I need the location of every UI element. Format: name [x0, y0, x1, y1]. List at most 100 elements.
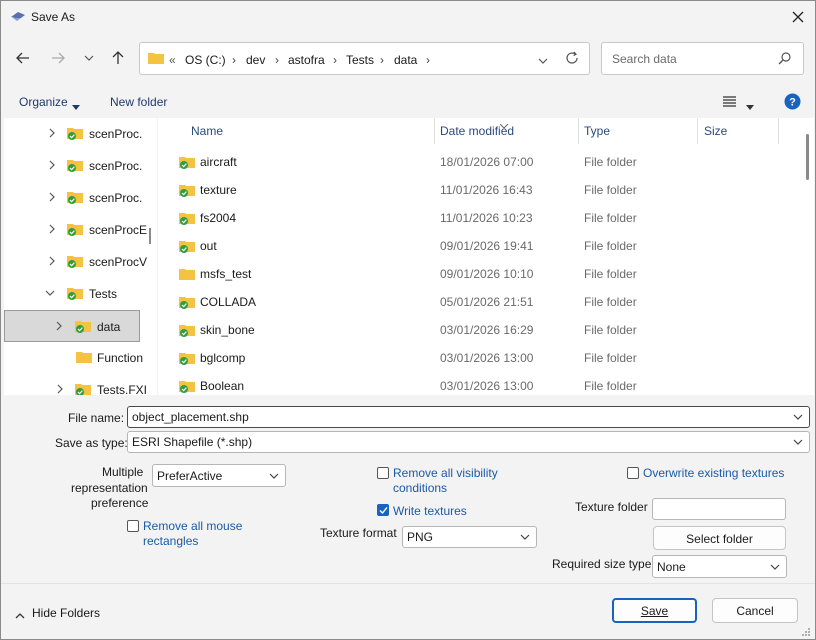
- texture-format-value: PNG: [407, 530, 434, 544]
- help-button[interactable]: ?: [784, 93, 801, 113]
- column-name[interactable]: Name: [191, 124, 223, 138]
- address-bar[interactable]: « OS (C:) › dev › astofra › Tests › data…: [139, 42, 590, 75]
- refresh-icon: [566, 51, 578, 64]
- file-list[interactable]: Name Date modified Type Size aircraft 18…: [158, 118, 814, 395]
- column-date-modified[interactable]: Date modified: [440, 124, 514, 138]
- save-type-dropdown[interactable]: ESRI Shapefile (*.shp): [127, 431, 810, 453]
- breadcrumb-data[interactable]: data: [394, 53, 417, 67]
- remove-mouse-rect-label-line2[interactable]: rectangles: [143, 534, 198, 548]
- texture-format-dropdown[interactable]: PNG: [402, 526, 537, 548]
- file-row[interactable]: texture 11/01/2026 16:43 File folder: [158, 176, 798, 204]
- forward-button[interactable]: [46, 46, 70, 70]
- breadcrumb-drive[interactable]: OS (C:): [185, 53, 226, 67]
- hide-folders-toggle[interactable]: [15, 608, 25, 622]
- tree-item[interactable]: Tests: [4, 278, 157, 310]
- multi-rep-dropdown[interactable]: PreferActive: [152, 464, 286, 487]
- file-name-value: object_placement.shp: [132, 410, 249, 424]
- texture-folder-label: Texture folder: [575, 500, 648, 514]
- file-row[interactable]: skin_bone 03/01/2026 16:29 File folder: [158, 316, 798, 344]
- tree-item-label: scenProcV: [89, 255, 148, 269]
- file-row[interactable]: bglcomp 03/01/2026 13:00 File folder: [158, 344, 798, 372]
- column-size[interactable]: Size: [704, 124, 727, 138]
- tree-item[interactable]: scenProcV: [4, 246, 157, 278]
- hide-folders-label[interactable]: Hide Folders: [32, 606, 100, 620]
- column-divider[interactable]: [778, 118, 779, 144]
- overwrite-textures-label[interactable]: Overwrite existing textures: [643, 466, 784, 480]
- breadcrumb-overflow[interactable]: «: [169, 53, 176, 67]
- save-button[interactable]: Save: [612, 598, 697, 623]
- close-icon: [792, 11, 804, 23]
- up-button[interactable]: [106, 46, 130, 70]
- tree-scrollbar[interactable]: [149, 228, 151, 244]
- file-row[interactable]: Boolean 03/01/2026 13:00 File folder: [158, 372, 798, 395]
- column-divider[interactable]: [578, 118, 579, 144]
- tree-item[interactable]: scenProcE: [4, 214, 157, 246]
- file-name: fs2004: [200, 211, 237, 225]
- file-date: 03/01/2026 16:29: [440, 323, 534, 337]
- command-bar: Organize New folder ?: [1, 87, 815, 117]
- column-type[interactable]: Type: [584, 124, 610, 138]
- remove-visibility-label-line2[interactable]: conditions: [393, 481, 447, 495]
- breadcrumb-tests[interactable]: Tests: [346, 53, 374, 67]
- synced-folder-icon: [179, 157, 195, 169]
- breadcrumb-astofra[interactable]: astofra: [288, 53, 325, 67]
- navigation-pane[interactable]: scenProc. scenProc. scenProc. scenProcE …: [4, 118, 157, 395]
- chevron-up-icon: [15, 613, 25, 619]
- close-button[interactable]: [787, 6, 809, 28]
- chevron-down-icon: [45, 290, 55, 296]
- cancel-button[interactable]: Cancel: [712, 598, 798, 623]
- tree-item-selected[interactable]: data: [4, 310, 140, 342]
- required-size-label: Required size type: [552, 557, 652, 571]
- file-name-field[interactable]: object_placement.shp: [127, 406, 810, 428]
- address-dropdown-button[interactable]: [538, 53, 548, 67]
- help-icon: ?: [784, 93, 801, 110]
- synced-folder-icon: [179, 213, 195, 225]
- file-list-scrollbar[interactable]: [806, 134, 809, 180]
- refresh-button[interactable]: [565, 51, 579, 68]
- tree-item[interactable]: scenProc.: [4, 182, 157, 214]
- file-row[interactable]: fs2004 11/01/2026 10:23 File folder: [158, 204, 798, 232]
- select-folder-button[interactable]: Select folder: [653, 526, 786, 550]
- tree-item[interactable]: Function: [4, 342, 157, 374]
- required-size-dropdown[interactable]: None: [652, 555, 787, 578]
- texture-folder-input[interactable]: [652, 498, 786, 520]
- remove-mouse-rect-checkbox[interactable]: [127, 520, 139, 532]
- chevron-right-icon: [56, 321, 62, 331]
- tree-item-label: scenProcE: [89, 223, 148, 237]
- synced-folder-icon: [179, 353, 195, 365]
- folder-icon: [76, 352, 92, 363]
- breadcrumb-dev[interactable]: dev: [246, 53, 265, 67]
- write-textures-label[interactable]: Write textures: [393, 504, 467, 518]
- remove-visibility-label-line1[interactable]: Remove all visibility: [393, 466, 498, 480]
- file-row[interactable]: aircraft 18/01/2026 07:00 File folder: [158, 148, 798, 176]
- chevron-right-icon: [49, 256, 55, 266]
- back-button[interactable]: [11, 46, 35, 70]
- file-type: File folder: [584, 183, 637, 197]
- remove-mouse-rect-label-line1[interactable]: Remove all mouse: [143, 519, 242, 533]
- remove-visibility-checkbox[interactable]: [377, 467, 389, 479]
- organize-button[interactable]: Organize: [19, 95, 68, 109]
- synced-folder-icon: [179, 241, 195, 253]
- file-row[interactable]: msfs_test 09/01/2026 10:10 File folder: [158, 260, 798, 288]
- column-divider[interactable]: [697, 118, 698, 144]
- synced-folder-icon: [179, 297, 195, 309]
- tree-item[interactable]: Tests.FXI: [4, 374, 157, 395]
- resize-grip-icon[interactable]: [801, 626, 811, 640]
- tree-item[interactable]: scenProc.: [4, 118, 157, 150]
- file-row[interactable]: out 09/01/2026 19:41 File folder: [158, 232, 798, 260]
- file-row[interactable]: COLLADA 05/01/2026 21:51 File folder: [158, 288, 798, 316]
- file-type: File folder: [584, 155, 637, 169]
- recent-locations-button[interactable]: [77, 46, 101, 70]
- column-divider[interactable]: [434, 118, 435, 144]
- search-input[interactable]: Search data: [601, 42, 804, 75]
- save-label: Save: [640, 604, 669, 618]
- tree-item[interactable]: scenProc.: [4, 150, 157, 182]
- arrow-up-icon: [112, 51, 124, 64]
- chevron-right-icon: [49, 160, 55, 170]
- new-folder-button[interactable]: New folder: [110, 95, 167, 109]
- multi-rep-value: PreferActive: [157, 469, 223, 483]
- write-textures-checkbox[interactable]: [377, 504, 389, 516]
- caret-down-icon[interactable]: [746, 99, 754, 113]
- view-options-button[interactable]: [723, 96, 736, 110]
- overwrite-textures-checkbox[interactable]: [627, 467, 639, 479]
